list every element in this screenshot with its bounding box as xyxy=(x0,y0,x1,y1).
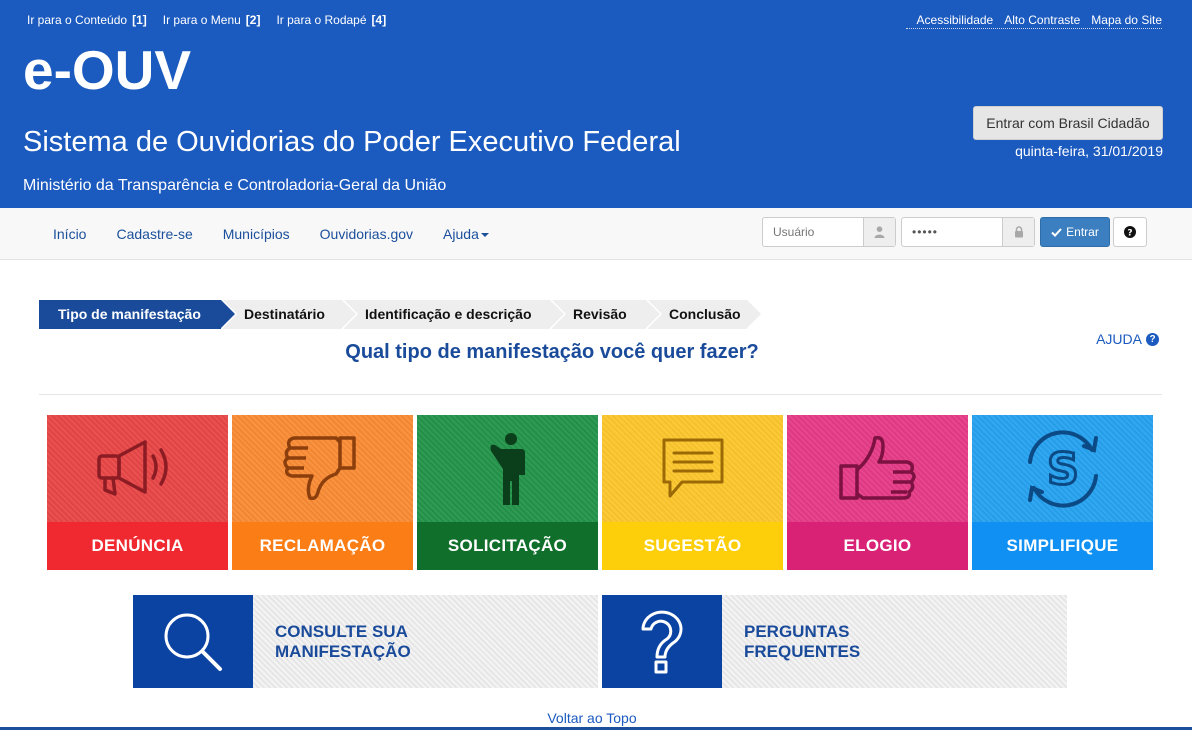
site-header: Ir para o Conteúdo [1] Ir para o Menu [2] … xyxy=(0,0,1192,208)
brasil-cidadao-login-button[interactable]: Entrar com Brasil Cidadão xyxy=(973,106,1163,140)
svg-text:?: ? xyxy=(1127,229,1132,239)
tile-reclamacao[interactable]: RECLAMAÇÃO xyxy=(232,415,413,570)
svg-text:S: S xyxy=(1047,444,1079,495)
thumbs-up-icon xyxy=(838,435,916,500)
tile-denuncia-label: DENÚNCIA xyxy=(47,522,228,570)
login-button-label: Entrar xyxy=(1066,225,1099,239)
tile-sugestao-icon-area xyxy=(602,415,783,522)
tile-simplifique-label: SIMPLIFIQUE xyxy=(972,522,1153,570)
username-input[interactable] xyxy=(763,218,863,246)
user-icon xyxy=(863,218,895,246)
tile-solicitacao-icon-area xyxy=(417,415,598,522)
page-question: Qual tipo de manifestação você quer faze… xyxy=(345,341,759,363)
consult-card-line1: CONSULTE SUA xyxy=(275,621,408,641)
manifestation-tiles: DENÚNCIA RECLAMAÇÃO SOLICITAÇÃO SUGESTÃO… xyxy=(47,415,1153,570)
main-navbar: Início Cadastre-se Municípios Ouvidorias… xyxy=(0,208,1192,260)
thumbs-down-icon xyxy=(282,435,356,500)
nav-item-ajuda-label: Ajuda xyxy=(443,226,479,242)
step-tipo-manifestacao: Tipo de manifestação xyxy=(39,300,235,329)
tile-reclamacao-icon-area xyxy=(232,415,413,522)
step-conclusao: Conclusão xyxy=(648,300,761,329)
person-raising-hand-icon xyxy=(490,432,525,505)
step-identificacao-descricao: Identificação e descrição xyxy=(344,300,564,329)
divider xyxy=(39,394,1162,395)
faq-card-line2: FREQUENTES xyxy=(744,641,861,661)
skip-links: Ir para o Conteúdo [1] Ir para o Menu [2] … xyxy=(27,13,386,27)
step-destinatario: Destinatário xyxy=(223,300,356,329)
step-revisao: Revisão xyxy=(552,300,660,329)
tile-reclamacao-label: RECLAMAÇÃO xyxy=(232,522,413,570)
simplifique-icon: S xyxy=(1027,429,1098,508)
system-title: Sistema de Ouvidorias do Poder Executivo… xyxy=(23,126,681,158)
question-mark-icon xyxy=(641,610,683,673)
accessibility-links: Acessibilidade Alto Contraste Mapa do Si… xyxy=(905,13,1162,29)
skip-to-content-link[interactable]: Ir para o Conteúdo [1] xyxy=(27,13,147,27)
help-circle-icon: ? xyxy=(1146,332,1159,346)
ministry-name: Ministério da Transparência e Controlado… xyxy=(23,177,447,194)
tile-sugestao[interactable]: SUGESTÃO xyxy=(602,415,783,570)
help-button[interactable]: ? xyxy=(1113,217,1147,247)
faq-icon-box xyxy=(602,595,722,688)
tile-denuncia[interactable]: DENÚNCIA xyxy=(47,415,228,570)
ajuda-link[interactable]: AJUDA ? xyxy=(1096,331,1159,347)
tile-denuncia-icon-area xyxy=(47,415,228,522)
nav-item-cadastre-se[interactable]: Cadastre-se xyxy=(101,226,207,242)
caret-down-icon xyxy=(480,233,489,238)
question-circle-icon: ? xyxy=(1124,226,1136,238)
tile-elogio-icon-area xyxy=(787,415,968,522)
nav-item-ajuda-dropdown[interactable]: Ajuda xyxy=(428,226,504,242)
faq-card-line1: PERGUNTAS xyxy=(744,621,850,641)
nav-menu: Início Cadastre-se Municípios Ouvidorias… xyxy=(38,208,504,260)
consult-card-line2: MANIFESTAÇÃO xyxy=(275,641,411,661)
speech-bubble-icon xyxy=(662,438,723,497)
tile-solicitacao[interactable]: SOLICITAÇÃO xyxy=(417,415,598,570)
faq-card-text: PERGUNTAS FREQUENTES xyxy=(722,595,860,688)
back-to-top-link[interactable]: Voltar ao Topo xyxy=(0,710,1184,726)
tile-elogio-label: ELOGIO xyxy=(787,522,968,570)
accessibility-link[interactable]: Acessibilidade xyxy=(917,13,994,27)
tile-simplifique-icon-area: S xyxy=(972,415,1153,522)
password-group xyxy=(901,217,1035,247)
tile-elogio[interactable]: ELOGIO xyxy=(787,415,968,570)
login-button[interactable]: Entrar xyxy=(1040,217,1110,247)
nav-item-municipios[interactable]: Municípios xyxy=(208,226,305,242)
tile-sugestao-label: SUGESTÃO xyxy=(602,522,783,570)
nav-item-ouvidorias[interactable]: Ouvidorias.gov xyxy=(305,226,428,242)
tile-solicitacao-label: SOLICITAÇÃO xyxy=(417,522,598,570)
consult-icon-box xyxy=(133,595,253,688)
megaphone-icon xyxy=(96,439,168,496)
site-map-link[interactable]: Mapa do Site xyxy=(1091,13,1162,27)
nav-item-inicio[interactable]: Início xyxy=(38,226,101,242)
consult-card-text: CONSULTE SUA MANIFESTAÇÃO xyxy=(253,595,411,688)
brand-logo[interactable]: e-OUV xyxy=(23,38,191,102)
faq-card[interactable]: PERGUNTAS FREQUENTES xyxy=(602,595,1067,688)
skip-to-menu-link[interactable]: Ir para o Menu [2] xyxy=(163,13,261,27)
magnifier-icon xyxy=(164,613,222,671)
consult-manifestation-card[interactable]: CONSULTE SUA MANIFESTAÇÃO xyxy=(133,595,598,688)
high-contrast-link[interactable]: Alto Contraste xyxy=(1004,13,1080,27)
current-date: quinta-feira, 31/01/2019 xyxy=(1015,143,1163,159)
tile-simplifique[interactable]: S SIMPLIFIQUE xyxy=(972,415,1153,570)
password-input[interactable] xyxy=(902,218,1002,246)
check-icon xyxy=(1051,227,1062,237)
skip-to-footer-link[interactable]: Ir para o Rodapé [4] xyxy=(276,13,386,27)
lock-icon xyxy=(1002,218,1034,246)
username-group xyxy=(762,217,896,247)
progress-steps: Tipo de manifestação Destinatário Identi… xyxy=(39,300,761,329)
